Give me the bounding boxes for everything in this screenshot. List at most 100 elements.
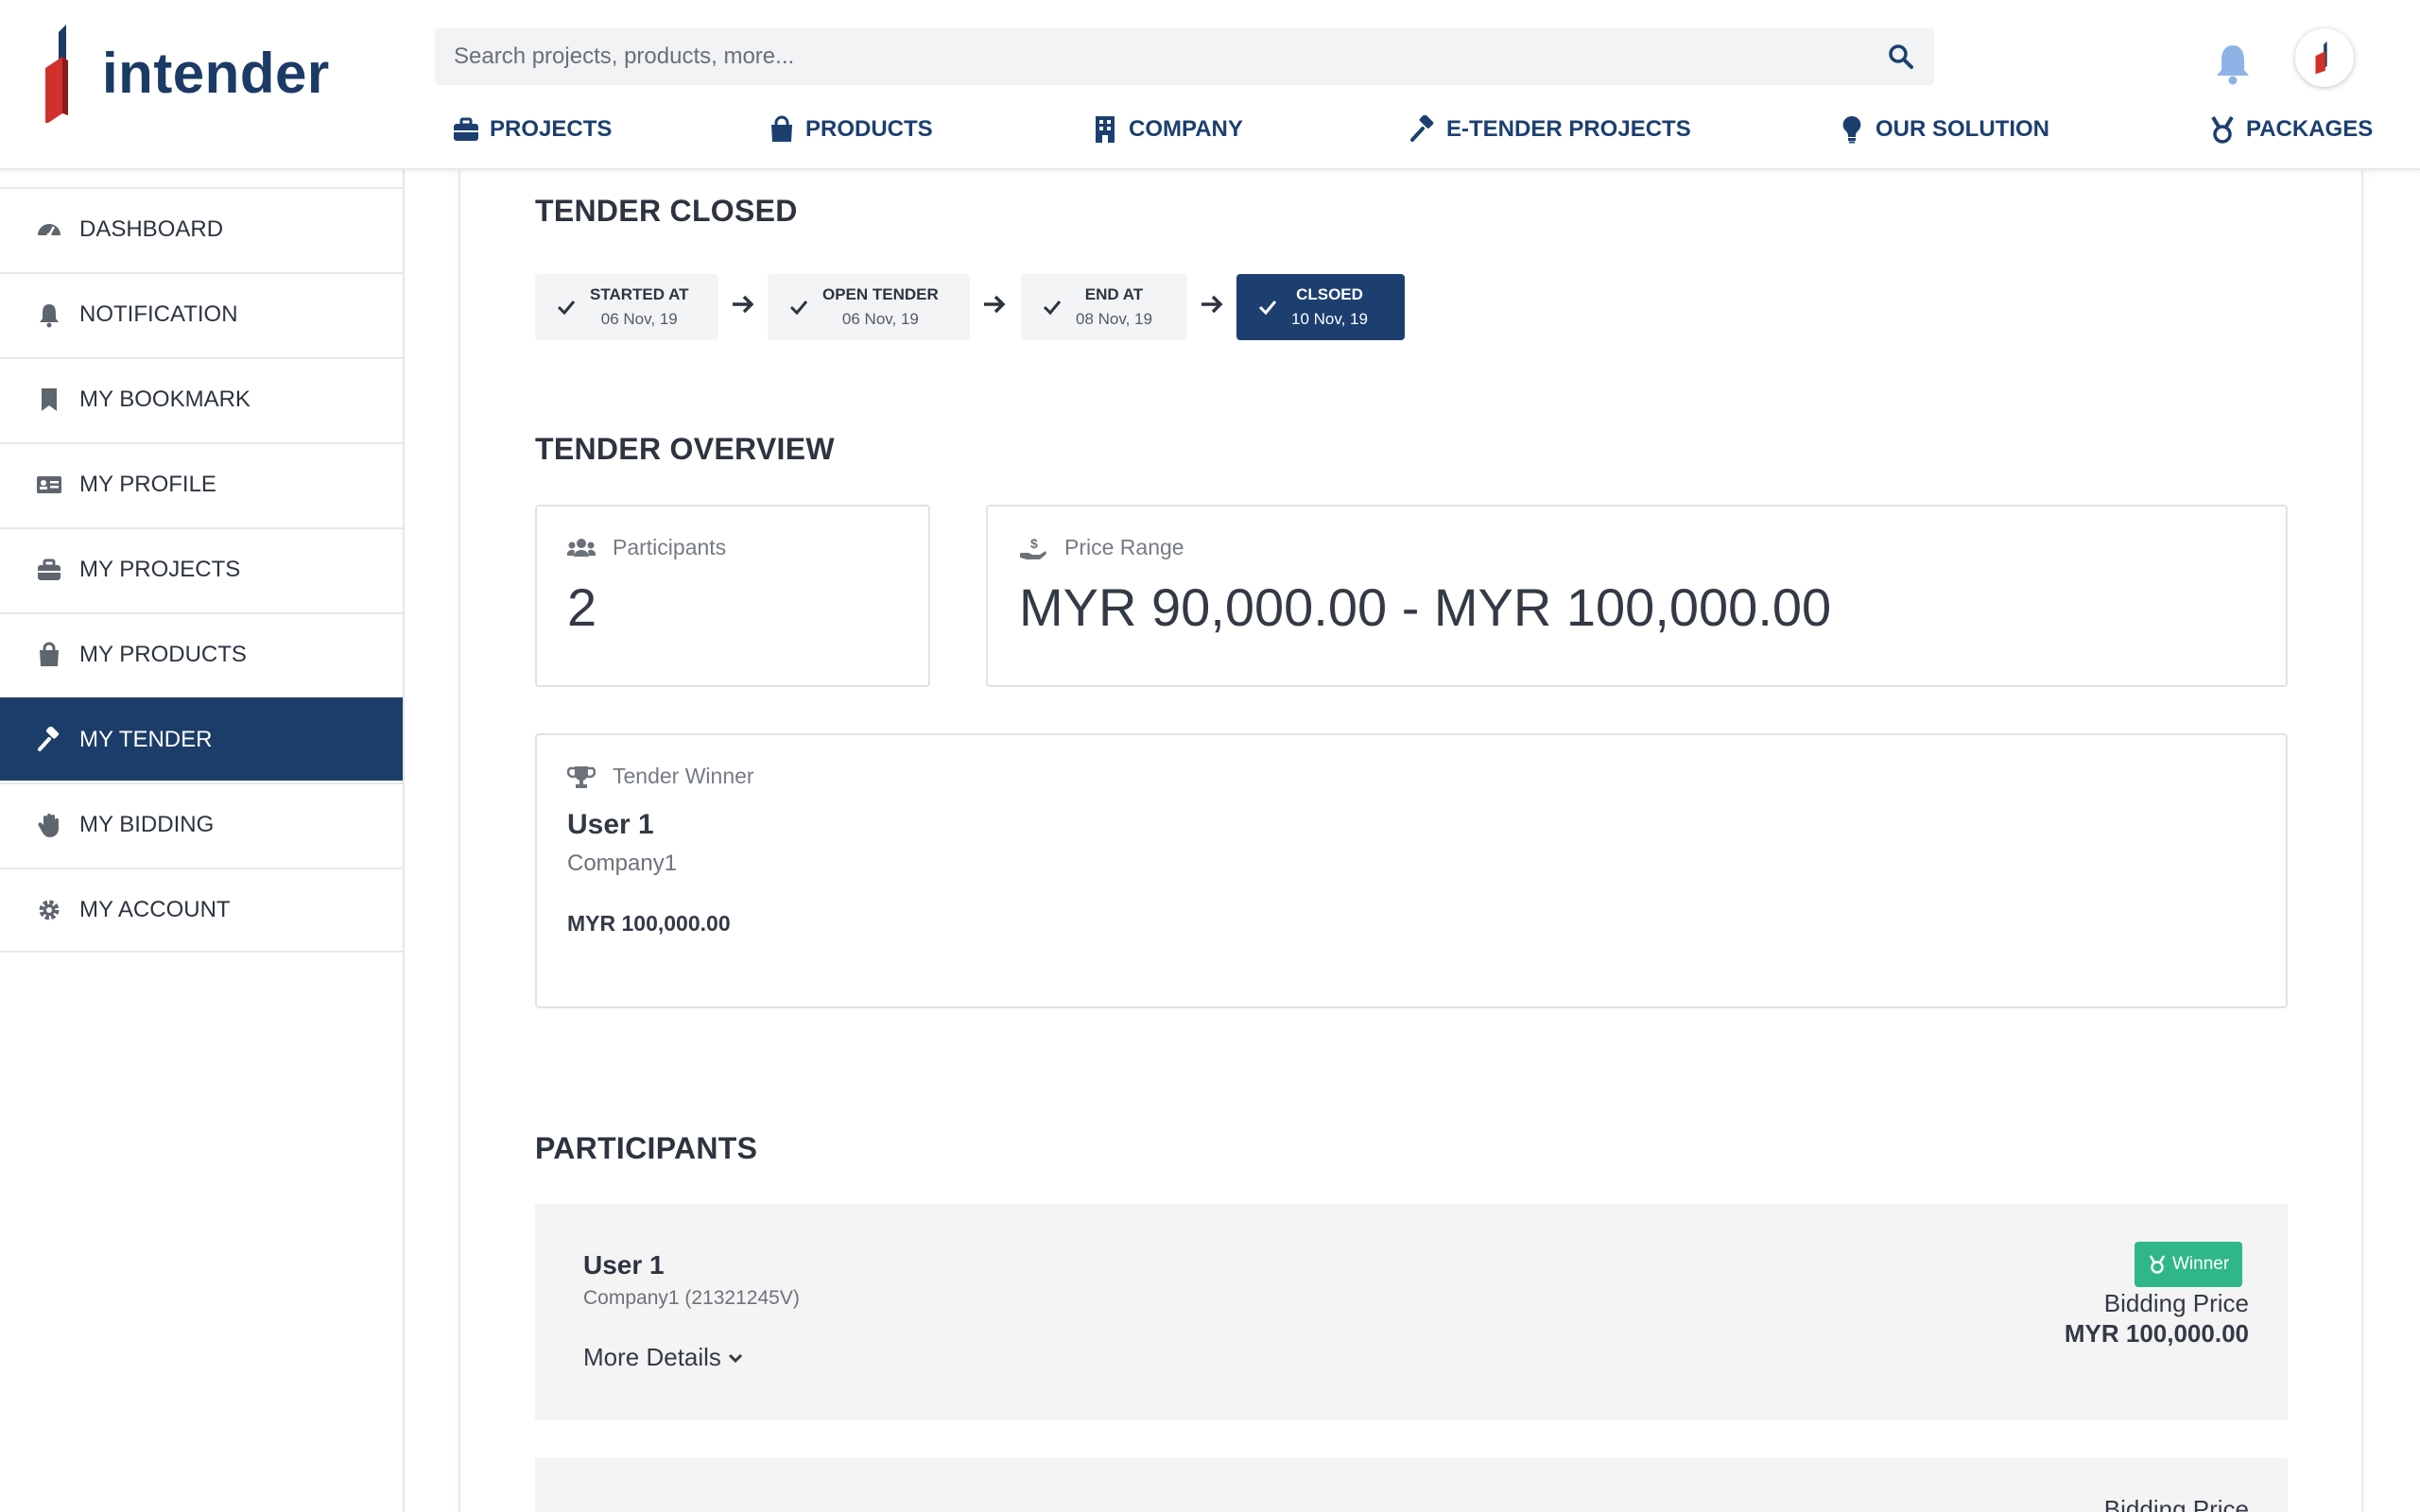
nav-e-tender-projects[interactable]: E-TENDER PROJECTS (1409, 106, 1691, 153)
nav-packages[interactable]: PACKAGES (2208, 106, 2373, 153)
winner-badge: Winner (2135, 1242, 2243, 1287)
check-icon (789, 301, 808, 316)
participant-company: Company1 (21321245V) (583, 1287, 800, 1309)
step-closed: CLSOED 10 Nov, 19 (1236, 274, 1405, 340)
participant-name: User 1 (583, 1250, 665, 1280)
bidding-price-label: Bidding Price (2103, 1289, 2249, 1317)
step-end-at: END AT 08 Nov, 19 (1021, 274, 1187, 340)
gavel-icon (38, 727, 60, 751)
more-details-label: More Details (583, 1343, 721, 1371)
sidebar-item-label: MY PRODUCTS (79, 642, 247, 667)
participants-label: Participants (567, 535, 726, 560)
users-icon (567, 538, 596, 557)
winner-company: Company1 (567, 850, 678, 876)
arrow-right-icon (984, 295, 1006, 314)
step-date: 06 Nov, 19 (600, 310, 678, 328)
nav-label: OUR SOLUTION (1876, 116, 2049, 142)
sidebar-item-my-tender[interactable]: MY TENDER (0, 697, 403, 781)
building-icon (1096, 116, 1115, 143)
briefcase-icon (38, 558, 60, 580)
step-label: CLSOED (1296, 285, 1363, 303)
price-range-value: MYR 90,000.00 - MYR 100,000.00 (1019, 577, 1832, 637)
chevron-down-icon (728, 1353, 742, 1363)
step-label: STARTED AT (590, 285, 689, 303)
shopping-bag-icon (40, 642, 59, 666)
step-date: 08 Nov, 19 (1076, 310, 1152, 328)
nav-label: PRODUCTS (805, 116, 933, 142)
check-icon (1258, 301, 1277, 316)
sidebar-item-notification[interactable]: NOTIFICATION (0, 272, 403, 355)
sidebar-item-label: MY ACCOUNT (79, 897, 231, 922)
svg-text:$: $ (1030, 536, 1038, 551)
search-icon[interactable] (1887, 43, 1915, 71)
tender-winner-label-text: Tender Winner (613, 764, 754, 788)
main-nav: PROJECTS PRODUCTS COMPANY E-TENDER PROJE… (0, 106, 2420, 153)
participant-card (535, 1458, 2288, 1512)
id-card-icon (37, 476, 61, 493)
sidebar-item-my-projects[interactable]: MY PROJECTS (0, 527, 403, 610)
user-avatar[interactable] (2295, 28, 2354, 87)
trophy-icon (567, 765, 596, 788)
winner-name: User 1 (567, 809, 654, 840)
winner-price: MYR 100,000.00 (567, 911, 731, 936)
sidebar-item-label: MY PROFILE (79, 472, 216, 497)
search-input[interactable]: Search projects, products, more... (454, 43, 1887, 70)
sidebar-divider (0, 951, 403, 953)
tender-overview-title: TENDER OVERVIEW (535, 432, 835, 466)
tender-winner-card (535, 733, 2288, 1008)
bookmark-icon (42, 388, 57, 411)
more-details-toggle[interactable]: More Details (583, 1343, 744, 1372)
sidebar-item-label: MY BOOKMARK (79, 387, 251, 412)
lightbulb-icon (1842, 115, 1861, 144)
bidding-price-value: MYR 100,000.00 (2064, 1319, 2249, 1348)
price-range-label: $ Price Range (1019, 535, 1184, 560)
medal-icon (2211, 115, 2234, 144)
gavel-icon (1410, 115, 1434, 142)
sidebar-item-label: MY TENDER (79, 727, 213, 752)
notification-bell-icon[interactable] (2212, 42, 2254, 85)
arrow-right-icon (1201, 295, 1223, 314)
nav-label: PACKAGES (2246, 116, 2374, 142)
nav-company[interactable]: COMPANY (1091, 106, 1243, 153)
sidebar-item-my-account[interactable]: MY ACCOUNT (0, 868, 403, 951)
nav-our-solution[interactable]: OUR SOLUTION (1838, 106, 2049, 153)
sidebar-item-label: MY BIDDING (79, 812, 215, 837)
price-range-label-text: Price Range (1064, 535, 1184, 559)
briefcase-icon (454, 117, 478, 141)
bidding-price-label: Bidding Price (2103, 1495, 2249, 1512)
search-bar[interactable]: Search projects, products, more... (435, 28, 1934, 85)
avatar-logo-icon (2315, 41, 2327, 75)
step-label: OPEN TENDER (822, 285, 939, 303)
nav-products[interactable]: PRODUCTS (768, 106, 933, 153)
sidebar: DASHBOARD NOTIFICATION MY BOOKMARK MY PR… (0, 170, 405, 1512)
sidebar-item-label: DASHBOARD (79, 216, 224, 242)
nav-label: E-TENDER PROJECTS (1446, 116, 1691, 142)
check-icon (1043, 301, 1062, 316)
sidebar-item-my-bidding[interactable]: MY BIDDING (0, 782, 403, 866)
participants-count: 2 (567, 577, 597, 637)
arrow-right-icon (733, 295, 754, 314)
nav-projects[interactable]: PROJECTS (452, 106, 612, 153)
participants-title: PARTICIPANTS (535, 1131, 758, 1165)
sidebar-item-my-products[interactable]: MY PRODUCTS (0, 612, 403, 696)
sidebar-item-dashboard[interactable]: DASHBOARD (0, 187, 403, 270)
medal-icon (2149, 1255, 2166, 1274)
step-label: END AT (1084, 285, 1144, 303)
hand-icon (38, 814, 59, 837)
step-date: 10 Nov, 19 (1291, 310, 1368, 328)
winner-badge-label: Winner (2172, 1254, 2230, 1274)
participant-card (535, 1204, 2288, 1420)
brand-name: intender (102, 41, 330, 105)
gear-icon (39, 900, 60, 920)
sidebar-item-my-profile[interactable]: MY PROFILE (0, 442, 403, 525)
sidebar-item-my-bookmark[interactable]: MY BOOKMARK (0, 357, 403, 440)
check-icon (557, 301, 576, 316)
dashboard-icon (38, 224, 60, 238)
nav-label: PROJECTS (490, 116, 613, 142)
hand-holding-dollar-icon: $ (1020, 536, 1046, 559)
sidebar-item-label: NOTIFICATION (79, 301, 238, 327)
step-started-at: STARTED AT 06 Nov, 19 (535, 274, 718, 340)
shopping-bag-icon (771, 115, 792, 142)
top-header: intender Search projects, products, more… (0, 0, 2420, 170)
step-date: 06 Nov, 19 (841, 310, 919, 328)
